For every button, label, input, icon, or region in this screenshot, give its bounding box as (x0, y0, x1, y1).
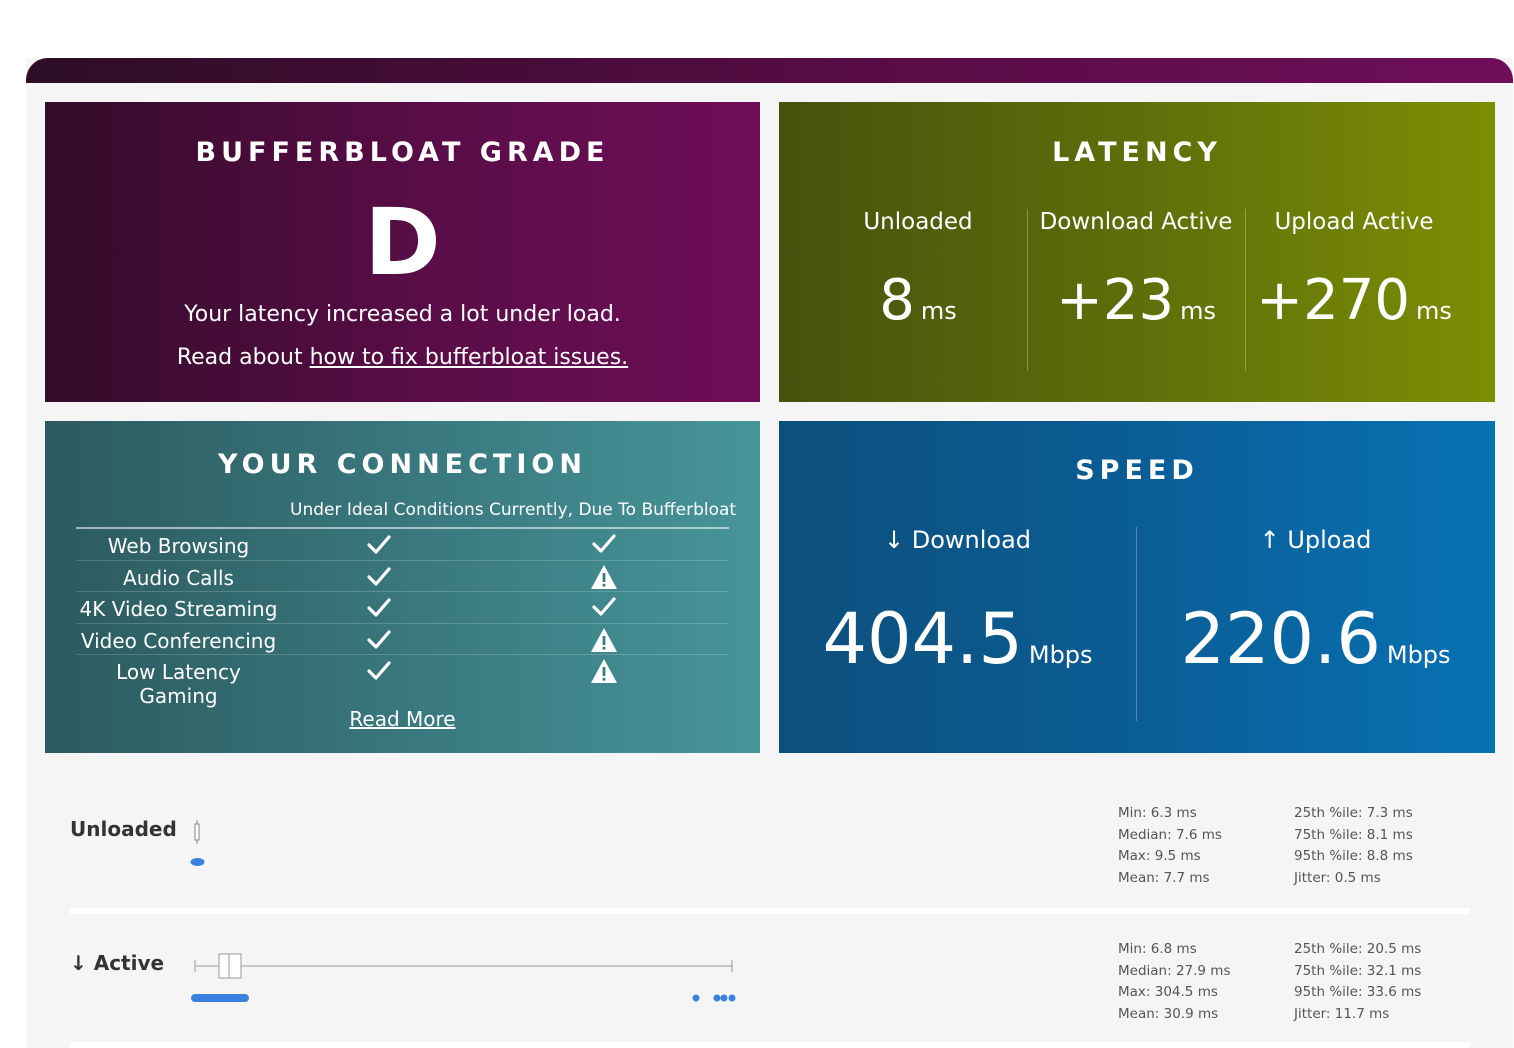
latency-title: LATENCY (1052, 137, 1222, 168)
active-p95: 95th %ile: 33.6 ms (1294, 984, 1422, 1000)
connection-activity-label: Low Latency Gaming (116, 660, 241, 708)
active-samples-cluster (191, 994, 249, 1002)
active-boxplot (191, 953, 736, 1002)
upload-label: ↑ Upload (1259, 526, 1372, 554)
check-icon (366, 596, 392, 620)
unloaded-min: Min: 6.3 ms (1118, 805, 1197, 821)
fix-bufferbloat-link[interactable]: how to fix bufferbloat issues. (310, 345, 629, 370)
speed-download: ↓ Download 404.5 Mbps (779, 526, 1136, 674)
detail-divider (70, 908, 1470, 914)
active-box (218, 953, 242, 979)
column-ideal-header: Under Ideal Conditions (290, 500, 484, 520)
check-icon (366, 565, 392, 589)
active-jitter: Jitter: 11.7 ms (1294, 1005, 1390, 1022)
latency-download-unit: ms (1180, 297, 1217, 325)
upload-value: 220.6 (1180, 598, 1381, 680)
warning-icon (590, 627, 618, 653)
grade-description: Your latency increased a lot under load. (184, 302, 621, 327)
unloaded-boxplot (190, 820, 205, 866)
read-more-link[interactable]: Read More (349, 707, 455, 731)
latency-unloaded: Unloaded 8 ms (809, 209, 1027, 371)
active-row-label: ↓ Active (70, 951, 165, 975)
latency-download-label: Download Active (1039, 209, 1233, 235)
connection-activity-label: Audio Calls (123, 565, 234, 590)
speed-upload: ↑ Upload 220.6 Mbps (1137, 526, 1494, 674)
upload-unit: Mbps (1386, 641, 1451, 669)
active-outlier-dot (692, 994, 700, 1002)
connection-row: Web Browsing (76, 529, 729, 561)
latency-download-active: Download Active +23 ms (1027, 209, 1245, 371)
latency-card: LATENCY Unloaded 8 ms Download Active +23… (779, 102, 1495, 402)
connection-title: YOUR CONNECTION (218, 449, 587, 480)
download-label: ↓ Download (883, 526, 1032, 554)
detail-divider (70, 1042, 1470, 1048)
active-max: Max: 304.5 ms (1118, 984, 1218, 1000)
connection-activity-label: Video Conferencing (80, 628, 277, 653)
connection-table: Web Browsing Audio Calls 4K Video Streamin… (76, 527, 729, 708)
warning-icon (590, 564, 618, 590)
grade-title: BUFFERBLOAT GRADE (195, 137, 610, 168)
active-p25: 25th %ile: 20.5 ms (1294, 941, 1422, 957)
latency-download-value: +23 (1055, 268, 1175, 333)
unloaded-stats-right: 25th %ile: 7.3 ms 75th %ile: 8.1 ms 95th… (1294, 803, 1413, 889)
results-header-bar (26, 58, 1513, 83)
unloaded-p25: 25th %ile: 7.3 ms (1294, 805, 1413, 821)
connection-row: Audio Calls (76, 561, 729, 592)
read-about-prefix: Read about (176, 345, 310, 370)
your-connection-card: YOUR CONNECTION Under Ideal Conditions C… (45, 421, 760, 753)
unloaded-mean: Mean: 7.7 ms (1118, 869, 1210, 886)
unloaded-row-label: Unloaded (70, 817, 177, 841)
unloaded-p95: 95th %ile: 8.8 ms (1294, 848, 1413, 864)
check-icon (366, 659, 392, 683)
connection-activity-label: 4K Video Streaming (79, 597, 278, 621)
warning-icon (590, 658, 618, 684)
latency-upload-unit: ms (1415, 297, 1452, 325)
active-mean: Mean: 30.9 ms (1118, 1005, 1219, 1022)
connection-read-more: Read More (45, 707, 760, 731)
active-p75: 75th %ile: 32.1 ms (1294, 962, 1422, 979)
check-icon (366, 628, 392, 652)
bufferbloat-grade-card: BUFFERBLOAT GRADE D Your latency increas… (45, 102, 760, 402)
unloaded-samples-dots (190, 858, 205, 866)
connection-row: Low Latency Gaming (76, 655, 729, 708)
latency-unloaded-unit: ms (920, 297, 957, 325)
latency-upload-label: Upload Active (1274, 209, 1434, 235)
latency-upload-value: +270 (1256, 268, 1410, 333)
latency-upload-active: Upload Active +270 ms (1245, 209, 1463, 371)
download-value: 404.5 (822, 598, 1023, 680)
unloaded-p75: 75th %ile: 8.1 ms (1294, 826, 1413, 843)
active-stats-right: 25th %ile: 20.5 ms 75th %ile: 32.1 ms 95… (1294, 939, 1421, 1025)
unloaded-median: Median: 7.6 ms (1118, 826, 1222, 843)
unloaded-max: Max: 9.5 ms (1118, 848, 1201, 864)
active-outlier-dot (720, 994, 728, 1002)
speed-title: SPEED (1075, 455, 1199, 486)
speed-card: SPEED ↓ Download 404.5 Mbps ↑ Upload 220.… (779, 421, 1495, 753)
connection-row: 4K Video Streaming (76, 592, 729, 624)
unloaded-box (194, 823, 200, 841)
check-icon (590, 532, 618, 558)
column-current-header: Currently, Due To Bufferbloat (489, 500, 737, 520)
unloaded-stats-left: Min: 6.3 ms Median: 7.6 ms Max: 9.5 ms M… (1118, 803, 1222, 889)
active-min: Min: 6.8 ms (1118, 941, 1197, 957)
latency-unloaded-value: 8 (879, 268, 915, 333)
connection-row: Video Conferencing (76, 624, 729, 655)
active-median: Median: 27.9 ms (1118, 962, 1231, 979)
grade-read-about: Read about how to fix bufferbloat issues… (45, 345, 760, 370)
active-outlier-dot (713, 994, 721, 1002)
active-outlier-dot (728, 994, 736, 1002)
check-icon (590, 595, 618, 621)
latency-unloaded-label: Unloaded (863, 209, 973, 235)
check-icon (366, 533, 392, 557)
grade-letter: D (364, 189, 441, 296)
download-unit: Mbps (1028, 641, 1093, 669)
connection-activity-label: Web Browsing (107, 534, 250, 558)
active-stats-left: Min: 6.8 ms Median: 27.9 ms Max: 304.5 m… (1118, 939, 1230, 1025)
unloaded-jitter: Jitter: 0.5 ms (1294, 869, 1381, 886)
